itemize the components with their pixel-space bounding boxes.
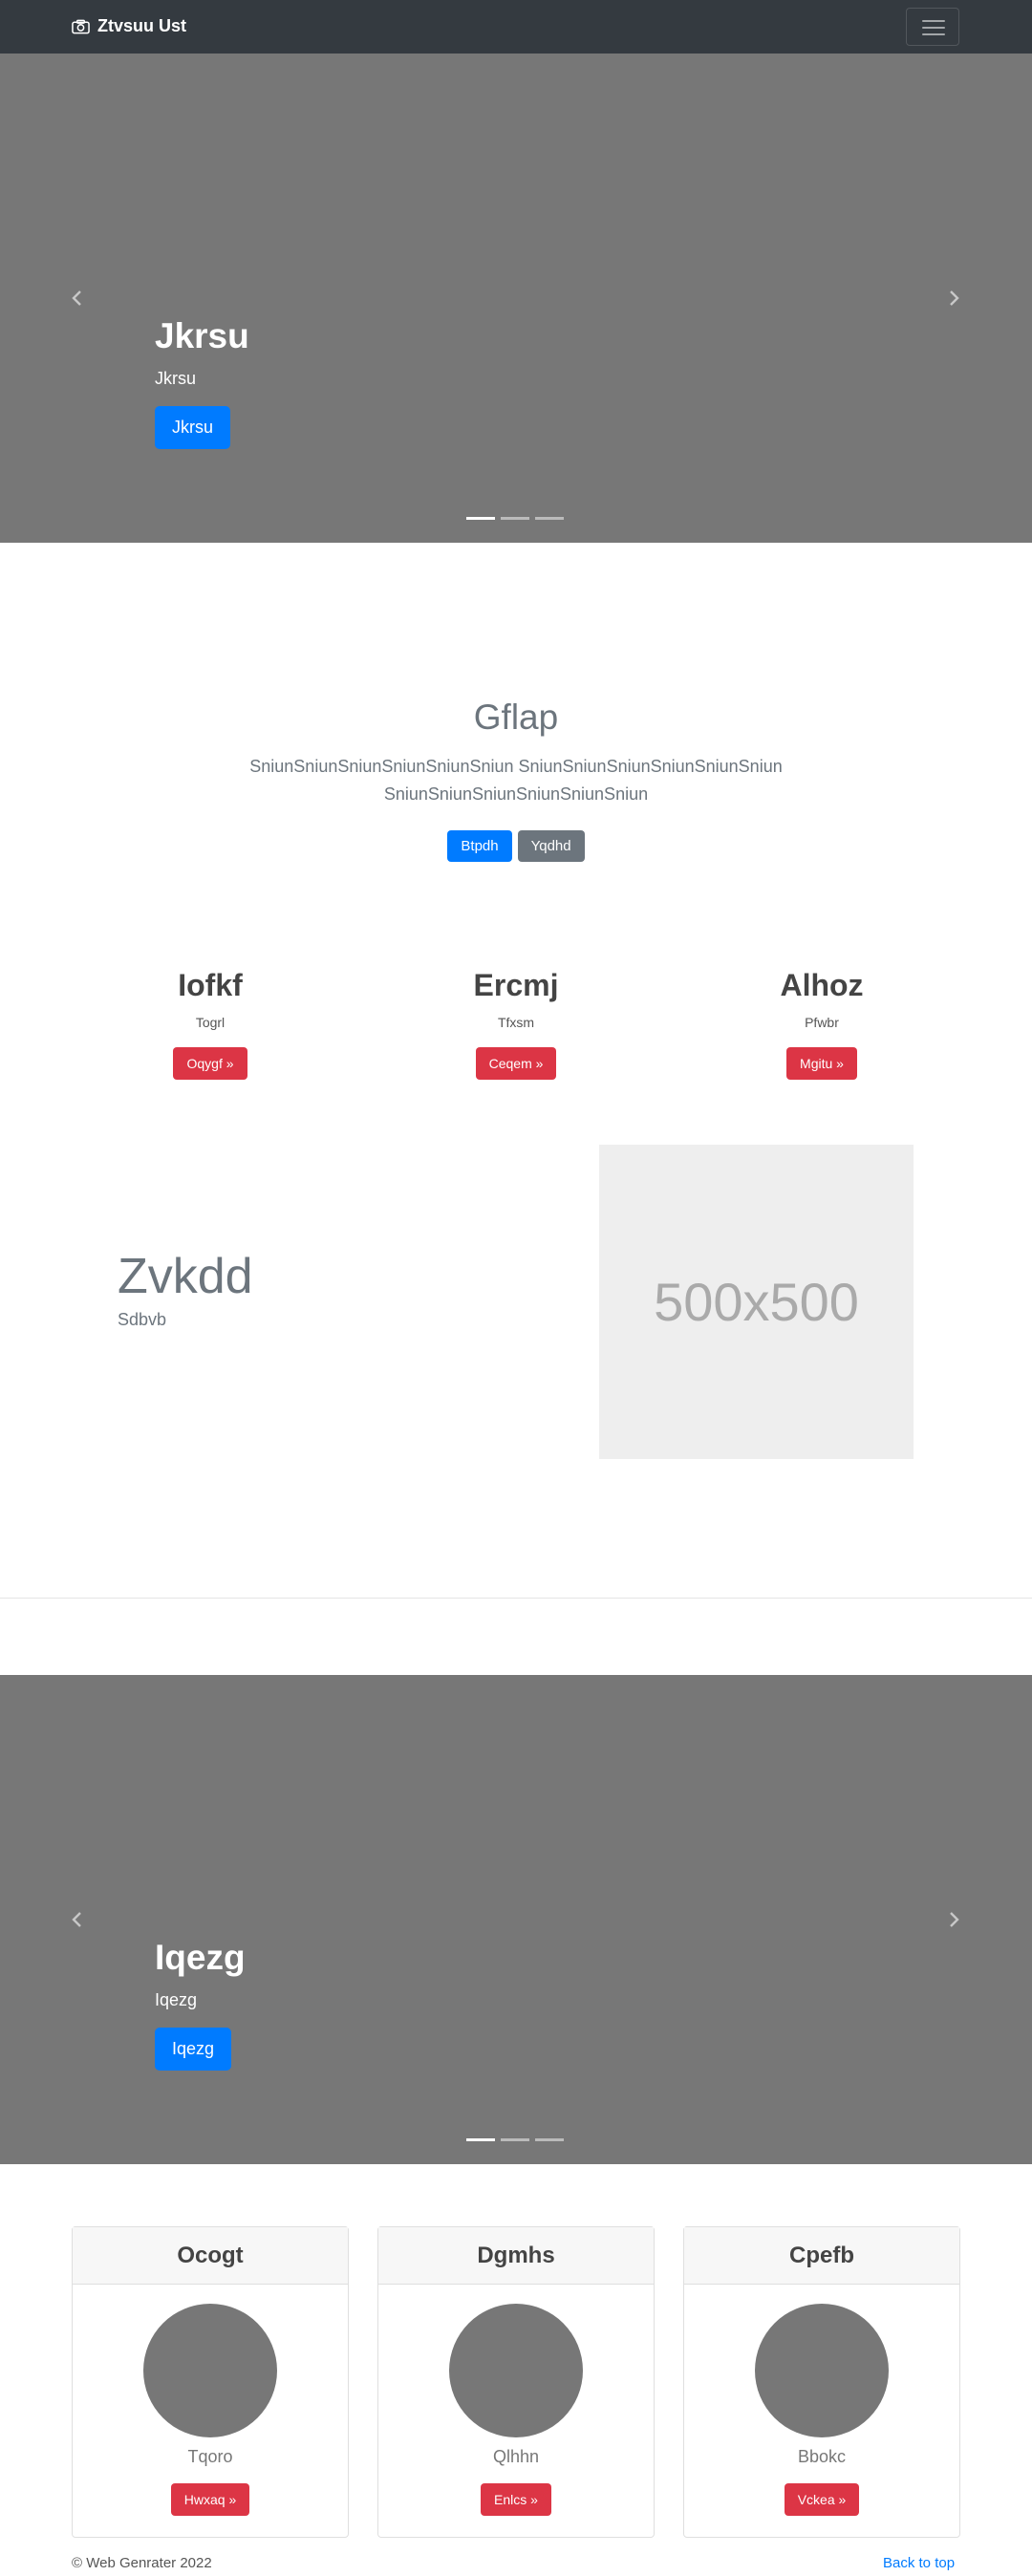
featurette-text: Zvkdd Sdbvb	[118, 1249, 253, 1330]
navbar: Ztvsuu Ust	[0, 0, 1032, 54]
column-text: Togrl	[195, 1015, 226, 1031]
navbar-toggler-button[interactable]	[906, 8, 959, 46]
featurette-text: Sdbvb	[118, 1310, 167, 1330]
avatar	[143, 2304, 277, 2437]
avatar	[755, 2304, 889, 2437]
intro-secondary-button[interactable]: Yqdhd	[517, 829, 585, 862]
card-header: Cpefb	[684, 2227, 959, 2285]
column-button[interactable]: Mgitu »	[786, 1047, 857, 1081]
carousel-indicator[interactable]	[501, 2138, 529, 2141]
profile-card: Dgmhs Qlhhn Enlcs »	[377, 2226, 655, 2538]
column-title: Alhoz	[780, 968, 864, 1002]
column-button[interactable]: Oqygf »	[173, 1047, 247, 1081]
hero-carousel: Jkrsu Jkrsu Jkrsu	[0, 54, 1032, 543]
card-text: Bbokc	[797, 2447, 847, 2466]
carousel-caption: Iqezg Iqezg Iqezg	[155, 1937, 246, 2072]
card-button[interactable]: Vckea »	[784, 2483, 860, 2516]
divider	[0, 1598, 1032, 1599]
carousel-caption: Jkrsu Jkrsu Jkrsu	[155, 315, 249, 450]
placeholder-label: 500x500	[654, 1272, 859, 1332]
navbar-brand[interactable]: Ztvsuu Ust	[72, 16, 186, 36]
carousel-indicators	[466, 2138, 564, 2141]
chevron-right-icon[interactable]	[944, 1910, 963, 1929]
featurette-title: Zvkdd	[118, 1249, 253, 1304]
chevron-left-icon[interactable]	[68, 289, 87, 308]
secondary-carousel: Iqezg Iqezg Iqezg	[0, 1675, 1032, 2164]
carousel-indicator[interactable]	[535, 517, 564, 520]
carousel-text: Iqezg	[155, 1990, 198, 2010]
back-to-top-link[interactable]: Back to top	[883, 2555, 955, 2571]
feature-column: Iofkf Togrl Oqygf »	[67, 967, 354, 1081]
featurette-image-placeholder: 500x500	[599, 1145, 914, 1459]
carousel-indicator[interactable]	[535, 2138, 564, 2141]
footer-copyright: © Web Genrater 2022	[72, 2555, 212, 2571]
carousel-cta-button[interactable]: Jkrsu	[155, 406, 231, 450]
column-text: Pfwbr	[805, 1015, 839, 1031]
carousel-text: Jkrsu	[155, 369, 197, 389]
column-title: Ercmj	[473, 968, 559, 1002]
intro-title: Gflap	[473, 698, 559, 737]
hamburger-menu-icon	[922, 20, 945, 35]
column-title: Iofkf	[178, 968, 243, 1002]
intro-primary-button[interactable]: Btpdh	[447, 829, 512, 862]
column-text: Tfxsm	[497, 1015, 535, 1031]
intro-section: Gflap SniunSniunSniunSniunSniunSniun Sni…	[0, 698, 1032, 862]
intro-lead: SniunSniunSniunSniunSniunSniun SniunSniu…	[249, 757, 783, 804]
carousel-indicator[interactable]	[466, 2138, 495, 2141]
card-header: Dgmhs	[378, 2227, 654, 2285]
carousel-indicator[interactable]	[466, 517, 495, 520]
carousel-indicator[interactable]	[501, 517, 529, 520]
card-button[interactable]: Hwxaq »	[170, 2483, 250, 2516]
carousel-cta-button[interactable]: Iqezg	[155, 2028, 232, 2072]
column-button[interactable]: Ceqem »	[475, 1047, 557, 1081]
profile-card: Cpefb Bbokc Vckea »	[683, 2226, 960, 2538]
card-button[interactable]: Enlcs »	[481, 2483, 551, 2516]
brand-label: Ztvsuu Ust	[97, 16, 187, 35]
avatar	[449, 2304, 583, 2437]
feature-column: Ercmj Tfxsm Ceqem »	[373, 967, 659, 1081]
chevron-right-icon[interactable]	[944, 289, 963, 308]
card-text: Tqoro	[187, 2447, 233, 2466]
chevron-left-icon[interactable]	[68, 1910, 87, 1929]
carousel-title: Iqezg	[155, 1938, 246, 1977]
card-header: Ocogt	[73, 2227, 348, 2285]
feature-column: Alhoz Pfwbr Mgitu »	[678, 967, 965, 1081]
carousel-title: Jkrsu	[155, 316, 249, 355]
card-text: Qlhhn	[492, 2447, 540, 2466]
carousel-indicators	[466, 517, 564, 520]
profile-card: Ocogt Tqoro Hwxaq »	[72, 2226, 349, 2538]
camera-icon	[72, 19, 90, 33]
